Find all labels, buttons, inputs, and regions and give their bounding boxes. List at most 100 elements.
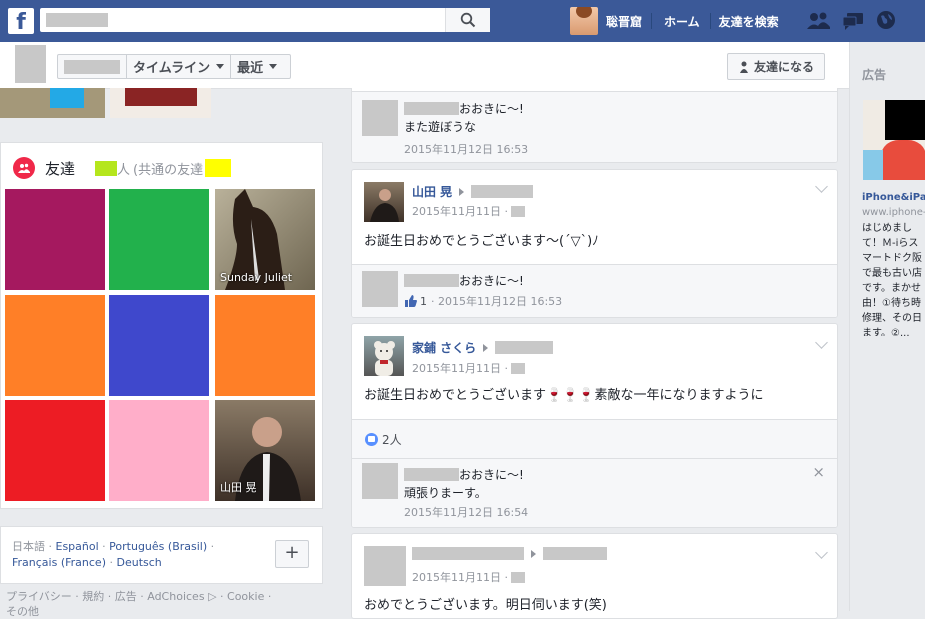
comment-section: おおきに～! 1 · 2015年11月12日 16:53 <box>352 264 837 317</box>
post-timestamp[interactable]: 2015年11月11日 · <box>412 569 508 585</box>
post-timestamp[interactable]: 2015年11月11日 · <box>412 203 508 219</box>
home-link[interactable]: ホーム <box>664 13 700 30</box>
language-list: 日本語 · Español · Português (Brasil) · Fra… <box>12 540 215 569</box>
like-count[interactable]: 2人 <box>382 431 402 448</box>
add-language-button[interactable]: + <box>275 540 309 568</box>
timeline-selector[interactable]: タイムライン 最近 <box>57 54 291 79</box>
commenter-avatar-redacted[interactable] <box>362 271 398 307</box>
search-icon <box>460 12 476 28</box>
comment-meta: 1 · 2015年11月12日 16:53 <box>404 293 562 309</box>
ad-body: はじめまして！Ｍ-iらスマートドク阪で最も古い店です。まかせ由！①待ち時修理、そ… <box>862 223 922 336</box>
friend-name: 山田 晃 <box>220 481 257 494</box>
language-link-de[interactable]: Deutsch <box>117 556 162 569</box>
find-friends-link[interactable]: 友達を検索 <box>719 13 779 30</box>
chevron-down-icon <box>269 64 278 69</box>
divider <box>709 13 711 29</box>
ad-image[interactable] <box>863 100 925 180</box>
ad-image-detail <box>881 140 925 180</box>
search-input-redacted[interactable] <box>46 13 108 27</box>
profile-link[interactable]: 聡晋窟 <box>606 13 642 30</box>
post-timestamp[interactable]: 2015年11月11日 · <box>412 360 508 376</box>
post-author-name[interactable]: 家鋪 さくら <box>412 339 476 356</box>
thumbs-up-icon <box>405 295 417 307</box>
comment-timestamp[interactable]: 2015年11月12日 16:53 <box>404 141 528 157</box>
facebook-logo[interactable]: f <box>8 8 34 34</box>
recent-dropdown[interactable]: 最近 <box>231 55 283 78</box>
post-author-name[interactable]: 山田 晃 <box>412 183 452 200</box>
author-avatar[interactable] <box>364 182 404 222</box>
language-link-es[interactable]: Español <box>56 540 99 553</box>
friends-header[interactable]: 友達 人 (共通の友達 <box>13 157 232 179</box>
arrow-right-icon <box>459 187 465 196</box>
photo-thumb-detail <box>125 88 197 106</box>
post-date-line: 2015年11月11日 · <box>412 569 525 585</box>
photos-strip[interactable] <box>0 88 215 118</box>
friend-tile[interactable] <box>5 400 105 501</box>
friend-tile[interactable] <box>109 295 209 396</box>
friend-tile[interactable] <box>109 189 209 290</box>
footer-links: プライバシー · 規約 · 広告 · AdChoices ▷ · Cookie … <box>6 589 326 619</box>
comment-body: おおきに～! <box>459 274 524 288</box>
post-author-line <box>412 547 607 560</box>
audience-icon[interactable] <box>510 571 525 583</box>
author-name-redacted[interactable] <box>412 547 524 560</box>
friend-requests-icon[interactable] <box>806 12 832 30</box>
language-link-pt[interactable]: Português (Brasil) <box>109 540 207 553</box>
chevron-down-icon[interactable] <box>815 336 828 349</box>
commenter-avatar-redacted[interactable] <box>362 463 398 499</box>
timeline-dropdown[interactable]: タイムライン <box>127 55 232 78</box>
friend-tile-sunday-juliet[interactable]: Sunday Juliet <box>215 189 315 290</box>
footer-more-link[interactable]: その他 <box>6 605 39 618</box>
add-friend-button[interactable]: 友達になる <box>727 53 825 80</box>
recent-label: 最近 <box>237 61 264 76</box>
commenter-avatar-redacted[interactable] <box>362 100 398 136</box>
footer-cookie-link[interactable]: · Cookie · <box>220 590 271 603</box>
friend-tile[interactable] <box>215 295 315 396</box>
author-avatar-redacted[interactable] <box>364 546 406 586</box>
audience-icon[interactable] <box>510 205 525 217</box>
comment-timestamp[interactable]: 2015年11月12日 16:54 <box>404 504 528 520</box>
friends-count-redacted <box>95 160 118 176</box>
language-link-fr[interactable]: Français (France) <box>12 556 106 569</box>
friend-tile[interactable] <box>5 295 105 396</box>
commenter-name-redacted[interactable] <box>404 102 459 115</box>
add-friend-icon <box>739 61 748 73</box>
commenter-name-redacted[interactable] <box>404 468 459 481</box>
friend-tile[interactable] <box>109 400 209 501</box>
friends-heading[interactable]: 友達 <box>45 158 75 179</box>
footer-policy-links[interactable]: プライバシー · 規約 · 広告 · AdChoices <box>6 590 205 603</box>
recipient-name-redacted[interactable] <box>543 547 607 560</box>
post-author-line: 山田 晃 <box>412 183 534 200</box>
profile-picture-redacted[interactable] <box>15 45 46 83</box>
post-text: お誕生日おめでとうございます🍷🍷🍷素敵な一年になりますように <box>364 388 764 403</box>
user-avatar[interactable] <box>570 7 598 35</box>
ads-column: 広告 iPhone&iPad www.iphone- はじめまして！Ｍ-iらスマ… <box>849 42 925 611</box>
notifications-globe-icon[interactable] <box>876 10 896 30</box>
friend-tile-yamada[interactable]: 山田 晃 <box>215 400 315 501</box>
author-avatar[interactable] <box>364 336 404 376</box>
person-photo <box>370 189 399 222</box>
topbar-nav: 聡晋窟 ホーム 友達を検索 <box>570 6 779 36</box>
friend-tile[interactable] <box>5 189 105 290</box>
recipient-name-redacted[interactable] <box>495 341 554 354</box>
search-bar[interactable] <box>40 8 490 32</box>
ad-title[interactable]: iPhone&iPad <box>862 192 925 203</box>
comment-timestamp[interactable]: · 2015年11月12日 16:53 <box>431 293 562 309</box>
commenter-name-redacted[interactable] <box>404 274 459 287</box>
ad-url[interactable]: www.iphone- <box>862 207 925 218</box>
like-summary[interactable]: 2人 <box>365 431 402 448</box>
bear-photo <box>374 341 395 376</box>
friend-name: Sunday Juliet <box>220 271 293 284</box>
recipient-name-redacted[interactable] <box>471 185 534 198</box>
search-button[interactable] <box>445 8 490 32</box>
name-redacted-segment[interactable] <box>58 55 127 78</box>
messages-icon[interactable] <box>842 12 864 30</box>
chevron-down-icon[interactable] <box>815 180 828 193</box>
chevron-down-icon[interactable] <box>815 546 828 559</box>
post-card: 2015年11月11日 · おめでとうございます。明日伺います(笑) <box>351 533 838 619</box>
ads-heading: 広告 <box>862 68 887 82</box>
close-icon[interactable]: × <box>812 463 825 481</box>
comment-like-count[interactable]: 1 <box>420 295 427 308</box>
mutual-count-redacted <box>205 159 232 177</box>
audience-icon[interactable] <box>510 362 525 374</box>
